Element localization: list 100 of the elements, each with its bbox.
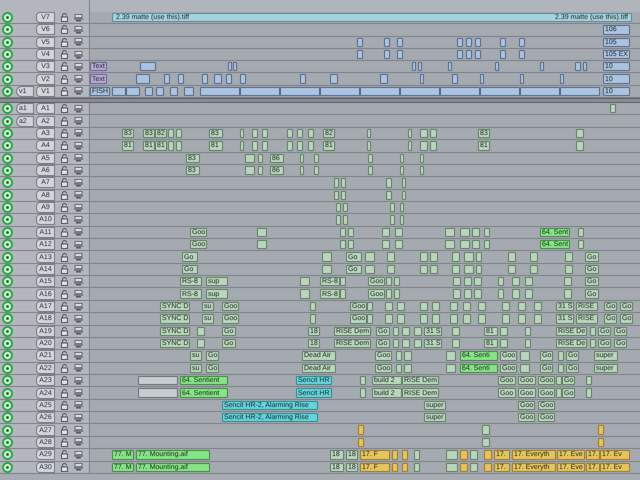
lock-icon[interactable] <box>61 450 68 460</box>
auto-select-icon[interactable] <box>74 228 83 236</box>
lock-icon[interactable] <box>61 74 68 84</box>
auto-select-icon[interactable] <box>74 154 83 162</box>
lock-icon[interactable] <box>61 351 68 360</box>
auto-select-icon[interactable] <box>74 340 83 348</box>
auto-select-icon[interactable] <box>74 178 83 187</box>
auto-select-icon[interactable] <box>74 26 83 34</box>
auto-select-icon[interactable] <box>74 302 83 310</box>
auto-select-icon[interactable] <box>74 166 83 175</box>
lock-icon[interactable] <box>61 154 68 163</box>
timeline-clip[interactable] <box>136 74 150 84</box>
lock-icon[interactable] <box>61 86 68 96</box>
timeline-clip[interactable] <box>300 74 306 84</box>
auto-select-icon[interactable] <box>74 204 83 212</box>
auto-select-icon[interactable] <box>74 290 83 298</box>
lock-icon[interactable] <box>61 364 68 373</box>
lock-icon[interactable] <box>61 426 68 435</box>
lock-icon[interactable] <box>61 339 68 348</box>
auto-select-icon[interactable] <box>74 314 83 323</box>
lock-icon[interactable] <box>61 264 68 274</box>
lock-icon[interactable] <box>61 38 68 47</box>
auto-select-icon[interactable] <box>74 327 83 336</box>
auto-select-icon[interactable] <box>74 142 83 150</box>
lock-icon[interactable] <box>61 190 68 200</box>
lock-icon[interactable] <box>61 104 68 114</box>
timeline-clip[interactable] <box>520 86 560 96</box>
timeline-clip[interactable] <box>138 388 178 398</box>
timeline-clip[interactable] <box>540 62 544 72</box>
auto-select-icon[interactable] <box>74 389 83 398</box>
auto-select-icon[interactable] <box>74 401 83 410</box>
timeline-clip[interactable] <box>446 450 458 460</box>
lock-icon[interactable] <box>61 13 68 22</box>
timeline-clip[interactable] <box>330 74 338 84</box>
lock-icon[interactable] <box>61 290 68 299</box>
lock-icon[interactable] <box>61 25 68 34</box>
auto-select-icon[interactable] <box>74 75 83 84</box>
lock-icon[interactable] <box>61 178 68 188</box>
lock-icon[interactable] <box>61 203 68 212</box>
auto-select-icon[interactable] <box>74 216 83 224</box>
lock-icon[interactable] <box>61 166 68 176</box>
timeline-clip[interactable] <box>480 74 484 84</box>
timeline-clip[interactable] <box>140 62 156 72</box>
auto-select-icon[interactable] <box>74 253 83 262</box>
lock-icon[interactable] <box>61 141 68 150</box>
auto-select-icon[interactable] <box>74 414 83 422</box>
timeline-clip[interactable] <box>126 86 140 96</box>
auto-select-icon[interactable] <box>74 87 83 96</box>
lock-icon[interactable] <box>61 438 68 447</box>
auto-select-icon[interactable] <box>74 104 83 113</box>
timeline-clip[interactable] <box>320 86 360 96</box>
auto-select-icon[interactable] <box>74 14 83 22</box>
auto-select-icon[interactable] <box>74 364 83 372</box>
auto-select-icon[interactable] <box>74 191 83 200</box>
auto-select-icon[interactable] <box>74 450 83 459</box>
timeline-clip[interactable] <box>138 376 178 386</box>
timeline-clip[interactable] <box>440 86 480 96</box>
lock-icon[interactable] <box>61 302 68 311</box>
lock-icon[interactable] <box>61 252 68 262</box>
timeline-clip[interactable] <box>380 74 388 84</box>
timeline-clip[interactable] <box>280 86 320 96</box>
timeline-clip[interactable] <box>520 74 524 84</box>
timeline-clip[interactable] <box>360 86 400 96</box>
lock-icon[interactable] <box>61 62 68 72</box>
auto-select-icon[interactable] <box>74 426 83 434</box>
timeline-clip[interactable] <box>200 86 240 96</box>
lock-icon[interactable] <box>61 240 68 250</box>
lock-icon[interactable] <box>61 228 68 237</box>
auto-select-icon[interactable] <box>74 278 83 286</box>
timeline-clip[interactable] <box>400 86 440 96</box>
auto-select-icon[interactable] <box>74 62 83 71</box>
lock-icon[interactable] <box>61 326 68 336</box>
timeline-clip[interactable] <box>446 462 458 472</box>
lock-icon[interactable] <box>61 413 68 422</box>
auto-select-icon[interactable] <box>74 38 83 46</box>
lock-icon[interactable] <box>61 50 68 60</box>
timeline-clip[interactable] <box>610 104 616 114</box>
lock-icon[interactable] <box>61 462 68 472</box>
auto-select-icon[interactable] <box>74 117 83 126</box>
timeline-clip[interactable] <box>112 86 126 96</box>
lock-icon[interactable] <box>61 277 68 286</box>
lock-icon[interactable] <box>61 128 68 138</box>
timeline-clip[interactable] <box>480 86 520 96</box>
lock-icon[interactable] <box>61 215 68 224</box>
timeline-clip[interactable] <box>560 74 564 84</box>
lock-icon[interactable] <box>61 314 68 324</box>
lock-icon[interactable] <box>61 388 68 398</box>
timeline-clip[interactable] <box>560 86 600 96</box>
lock-icon[interactable] <box>61 400 68 410</box>
auto-select-icon[interactable] <box>74 240 83 249</box>
auto-select-icon[interactable] <box>74 265 83 274</box>
auto-select-icon[interactable] <box>74 352 83 360</box>
auto-select-icon[interactable] <box>74 129 83 138</box>
timeline-clip[interactable] <box>240 86 280 96</box>
auto-select-icon[interactable] <box>74 376 83 385</box>
auto-select-icon[interactable] <box>74 438 83 446</box>
lock-icon[interactable] <box>61 116 68 126</box>
auto-select-icon[interactable] <box>74 50 83 59</box>
lock-icon[interactable] <box>61 376 68 386</box>
auto-select-icon[interactable] <box>74 463 83 472</box>
